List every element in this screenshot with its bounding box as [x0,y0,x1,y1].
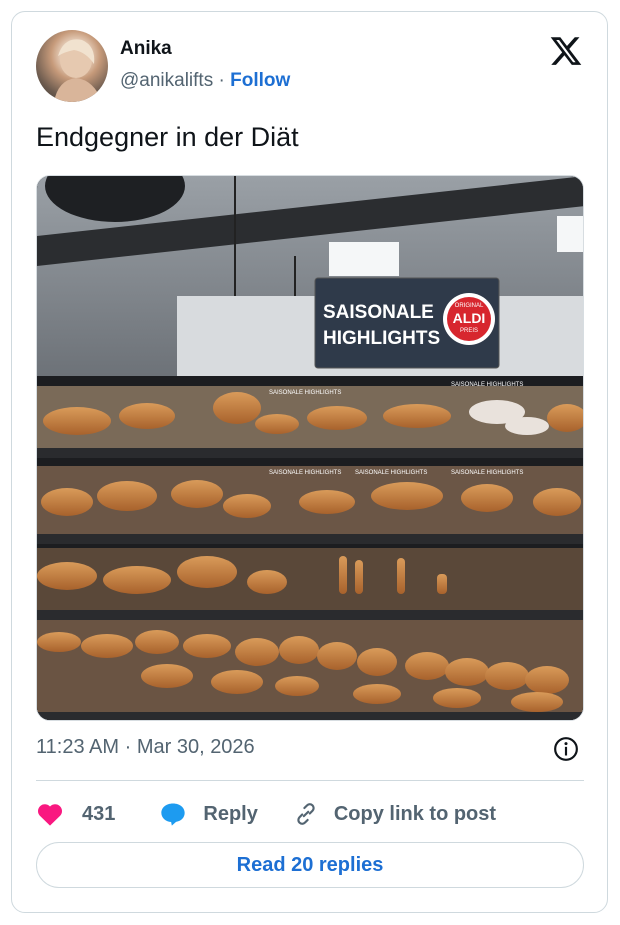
post-timestamp[interactable]: 11:23 AM · Mar 30, 2026 [36,736,255,759]
separator-dot: · [218,70,225,91]
x-logo-icon[interactable] [549,34,583,68]
post-photo[interactable]: SAISONALE HIGHLIGHTS ORIGINAL ALDI PREIS… [36,175,584,721]
read-replies-label: Read 20 replies [236,853,384,876]
badge-top: ORIGINAL [455,303,484,309]
shelf-label-2: SAISONALE HIGHLIGHTS [451,382,523,388]
reply-button[interactable]: Reply [159,801,258,827]
sign-line-2: HIGHLIGHTS [323,328,440,349]
heart-icon [38,804,62,826]
action-bar: 431 Reply Copy link to post [36,796,496,832]
follow-button[interactable]: Follow [230,70,290,91]
sign-line-1: SAISONALE [323,302,434,323]
avatar[interactable] [36,30,108,102]
divider [36,780,584,781]
like-count: 431 [82,802,116,825]
read-replies-button[interactable]: Read 20 replies [36,842,584,888]
shelf-label-3: SAISONALE HIGHLIGHTS [269,470,341,476]
like-button[interactable]: 431 [36,801,115,827]
author-name[interactable]: Anika [120,38,172,60]
info-icon[interactable] [553,736,579,762]
avatar-image [54,39,102,102]
author-handle-row: @anikalifts · Follow [120,70,290,92]
shelf-label-1: SAISONALE HIGHLIGHTS [269,390,341,396]
post-text: Endgegner in der Diät [36,122,299,152]
copy-link-button[interactable]: Copy link to post [292,801,496,827]
shelf-label-4: SAISONALE HIGHLIGHTS [355,470,427,476]
author-handle[interactable]: @anikalifts [120,70,213,91]
reply-bubble-icon [161,803,186,826]
post-date: Mar 30, 2026 [136,736,255,758]
link-icon [297,803,315,825]
badge-brand: ALDI [453,310,486,326]
copy-link-label: Copy link to post [333,802,497,825]
shelf-label-5: SAISONALE HIGHLIGHTS [451,470,523,476]
post-card: Anika @anikalifts · Follow Endgegner in … [11,11,608,913]
bakery-shelf-image: SAISONALE HIGHLIGHTS ORIGINAL ALDI PREIS… [37,176,583,720]
reply-label: Reply [203,802,258,825]
post-time: 11:23 AM [36,736,120,758]
timestamp-separator: · [124,736,132,758]
badge-bottom: PREIS [460,328,478,334]
